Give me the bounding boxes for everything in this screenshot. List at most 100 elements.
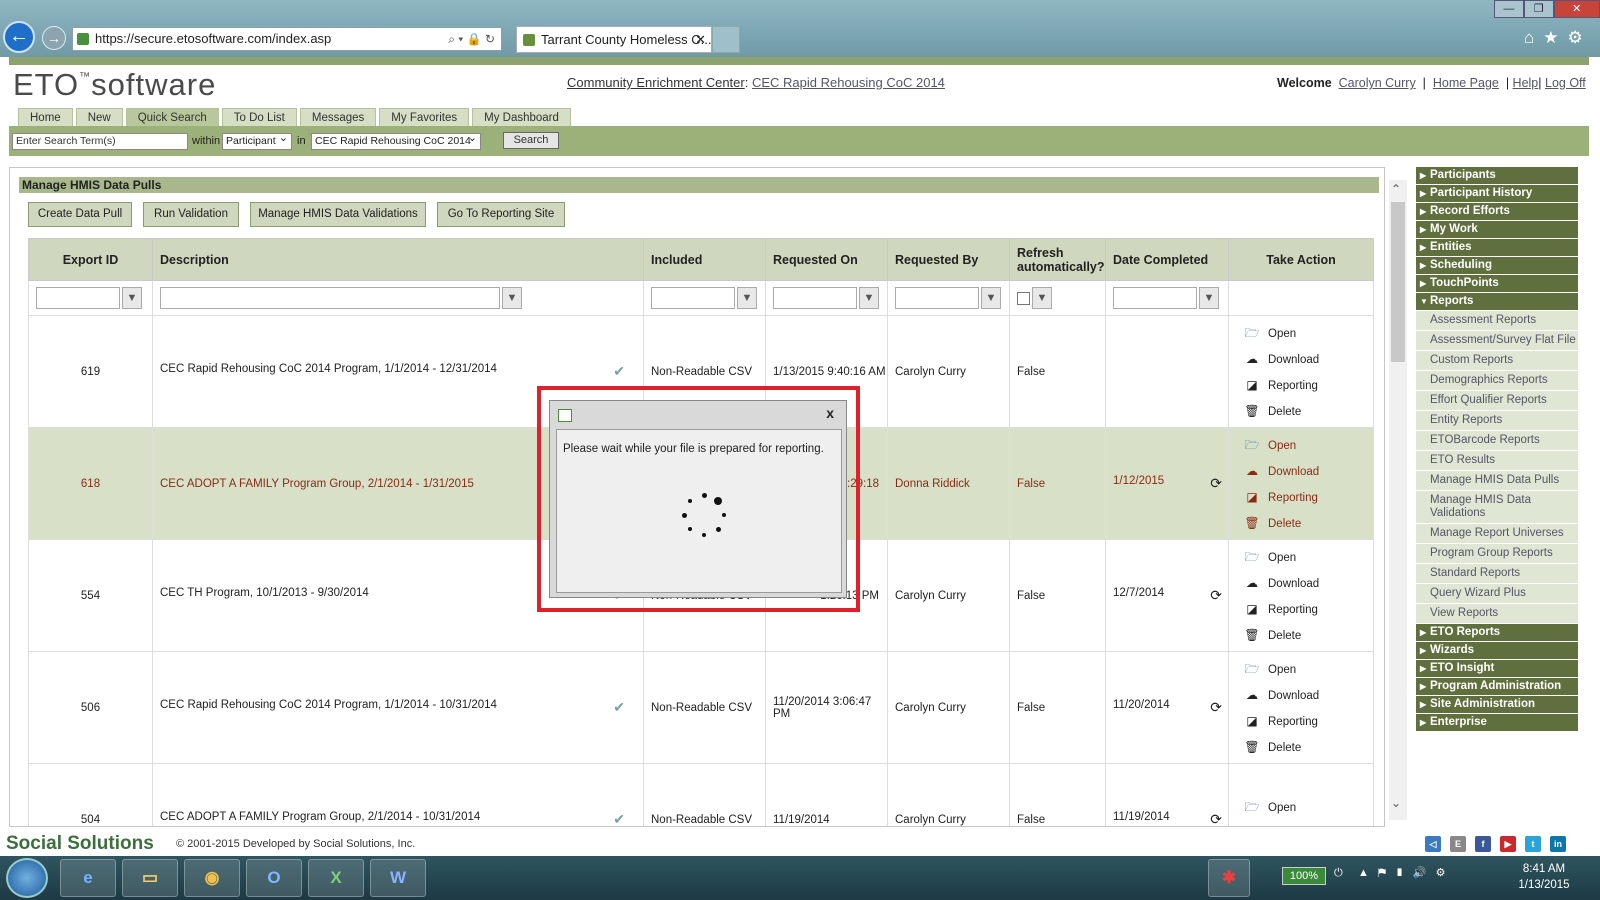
header-refresh-automatically[interactable]: Refresh automatically? [1009,238,1106,281]
back-arrow-icon[interactable]: ← [3,21,35,53]
header-requested-on[interactable]: Requested On [765,238,888,281]
download-action[interactable]: ☁Download [1236,682,1373,708]
gear-icon[interactable]: ⚙ [1568,28,1592,47]
submenu-manage-report-universes[interactable]: Manage Report Universes [1416,524,1578,544]
open-action[interactable]: 🗁 Open [1236,544,1373,570]
delete-action[interactable]: 🗑 Delete [1236,398,1373,424]
filter-icon[interactable]: ▼ [1199,287,1219,309]
eto-icon[interactable]: E [1450,836,1466,852]
menu-entities[interactable]: Entities [1416,239,1578,256]
create-data-pull-button[interactable]: Create Data Pull [28,202,132,227]
refresh-icon[interactable]: ⟳ [1210,587,1222,604]
menu-touchpoints[interactable]: TouchPoints [1416,275,1578,292]
submenu-effort-qualifier-reports[interactable]: Effort Qualifier Reports [1416,391,1578,411]
flag-icon[interactable]: ⚑ [1378,867,1386,879]
submenu-manage-hmis-data-validations[interactable]: Manage HMIS Data Validations [1416,491,1578,524]
menu-wizards[interactable]: Wizards [1416,642,1578,659]
sync-icon[interactable]: ⚙ [1436,867,1446,879]
org-link[interactable]: Community Enrichment Center [567,75,745,90]
tab-my-dashboard[interactable]: My Dashboard [472,108,571,126]
requested-on-filter-input[interactable] [773,287,857,309]
reporting-action[interactable]: ◪ Reporting [1236,484,1373,510]
home-icon[interactable]: ⌂ [1524,28,1543,47]
tab-home[interactable]: Home [18,108,73,126]
submenu-assessment-survey-flat-file[interactable]: Assessment/Survey Flat File [1416,331,1578,351]
tab-new[interactable]: New [75,108,123,126]
network-icon[interactable]: ▮ [1395,867,1403,879]
star-icon[interactable]: ★ [1543,28,1567,47]
submenu-custom-reports[interactable]: Custom Reports [1416,351,1578,371]
menu-eto-reports[interactable]: ETO Reports [1416,624,1578,641]
filter-icon[interactable]: ▼ [502,287,522,309]
reporting-action[interactable]: ◪ Reporting [1236,596,1373,622]
browser-tab[interactable]: Tarrant County Homeless C... ✕ [516,26,712,53]
filter-icon[interactable]: ▼ [981,287,1001,309]
refresh-filter-checkbox[interactable] [1017,291,1030,305]
scroll-down-icon[interactable]: ⌄ [1391,796,1401,810]
youtube-icon[interactable]: ▶ [1500,836,1516,852]
download-action[interactable]: ☁Download [1236,820,1373,827]
reporting-action[interactable]: ◪ Reporting [1236,372,1373,398]
submenu-program-group-reports[interactable]: Program Group Reports [1416,544,1578,564]
twitter-icon[interactable]: t [1525,836,1541,852]
tab-messages[interactable]: Messages [299,108,377,126]
submenu-etobarcode-reports[interactable]: ETOBarcode Reports [1416,431,1578,451]
log-off-link[interactable]: Log Off [1545,76,1586,90]
filter-icon[interactable]: ▼ [859,287,879,309]
open-action[interactable]: 🗁 Open [1236,656,1373,682]
menu-scheduling[interactable]: Scheduling [1416,257,1578,274]
scrollbar-thumb[interactable] [1391,202,1405,362]
excel-taskbar-icon[interactable]: X [308,859,364,897]
menu-enterprise[interactable]: Enterprise [1416,714,1578,731]
menu-participant-history[interactable]: Participant History [1416,185,1578,202]
export-id-filter-input[interactable] [36,287,120,309]
filter-icon[interactable]: ▼ [737,287,757,309]
minimize-button[interactable]: — [1494,0,1524,18]
program-link[interactable]: CEC Rapid Rehousing CoC 2014 [752,75,945,90]
search-input[interactable]: Enter Search Term(s) [12,133,188,150]
run-validation-button[interactable]: Run Validation [143,202,239,227]
submenu-entity-reports[interactable]: Entity Reports [1416,411,1578,431]
menu-reports[interactable]: Reports [1416,293,1578,310]
header-export-id[interactable]: Export ID [28,238,153,281]
word-taskbar-icon[interactable]: W [370,859,426,897]
power-icon[interactable]: ⏻ [1334,867,1343,879]
refresh-icon[interactable]: ⟳ [1210,699,1222,716]
explorer-taskbar-icon[interactable]: ▭ [122,859,178,897]
submenu-demographics-reports[interactable]: Demographics Reports [1416,371,1578,391]
filter-icon[interactable]: ▼ [122,287,142,309]
within-select[interactable]: Participant [222,131,292,150]
tab-quick-search[interactable]: Quick Search [125,108,219,126]
address-tools-icon[interactable]: ⌕ ▾ 🔒 ↻ [448,28,495,50]
delete-action[interactable]: 🗑 Delete [1236,622,1373,648]
download-action[interactable]: ☁Download [1236,570,1373,596]
filter-icon[interactable]: ▼ [1032,287,1052,309]
tab-to-do-list[interactable]: To Do List [221,108,297,126]
new-tab-button[interactable] [712,26,740,53]
menu-program-administration[interactable]: Program Administration [1416,678,1578,695]
facebook-icon[interactable]: f [1475,836,1491,852]
home-page-link[interactable]: Home Page [1433,76,1499,90]
menu-participants[interactable]: Participants [1416,167,1578,184]
scroll-up-icon[interactable]: ⌃ [1391,182,1401,196]
maximize-button[interactable]: ❐ [1523,0,1554,18]
open-action[interactable]: 🗁 Open [1236,320,1373,346]
header-included[interactable]: Included [643,238,766,281]
tray-expand-icon[interactable]: ▲ [1358,867,1369,879]
share-icon[interactable]: ◁ [1425,836,1441,852]
menu-my-work[interactable]: My Work [1416,221,1578,238]
download-action[interactable]: ☁Download [1236,458,1373,484]
program-select[interactable]: CEC Rapid Rehousing CoC 2014 [311,131,481,150]
volume-icon[interactable]: 🔊 [1413,867,1427,879]
go-to-reporting-site-button[interactable]: Go To Reporting Site [437,202,565,227]
submenu-eto-results[interactable]: ETO Results [1416,451,1578,471]
refresh-icon[interactable]: ⟳ [1210,811,1222,826]
search-button[interactable]: Search [503,132,559,149]
submenu-query-wizard-plus[interactable]: Query Wizard Plus [1416,584,1578,604]
menu-site-administration[interactable]: Site Administration [1416,696,1578,713]
menu-eto-insight[interactable]: ETO Insight [1416,660,1578,677]
app-taskbar-icon[interactable]: ✱ [1208,859,1250,897]
download-action[interactable]: ☁Download [1236,346,1373,372]
submenu-standard-reports[interactable]: Standard Reports [1416,564,1578,584]
refresh-icon[interactable]: ⟳ [1210,475,1222,492]
